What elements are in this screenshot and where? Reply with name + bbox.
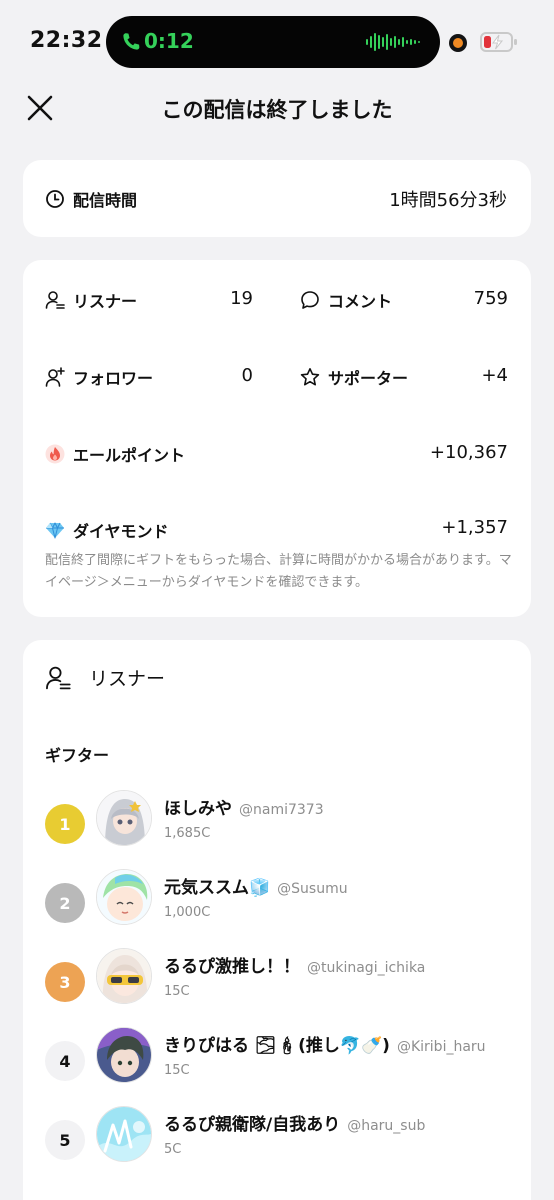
camera-indicator-icon [449, 34, 467, 52]
gifter-name-line: きりぴはる 🌫🕯(推し🐬🍼) @Kiribi_haru [164, 1031, 486, 1056]
listeners-stat: リスナー [45, 288, 137, 312]
phone-icon [123, 33, 140, 50]
gifter-row[interactable]: 4 きりぴはる 🌫🕯(推し🐬🍼) @Kiribi_haru 15C [23, 1027, 531, 1097]
battery-charging-icon [480, 32, 517, 52]
gifter-name-line: るるぴ激推し！！ @tukinagi_ichika [164, 952, 425, 977]
listener-section-heading: リスナー [45, 664, 165, 691]
listeners-label: リスナー [73, 292, 138, 311]
gifter-handle: @Kiribi_haru [396, 1039, 486, 1055]
diamonds-value: +1,357 [441, 517, 508, 538]
duration-card: 配信時間 1時間56分3秒 [23, 160, 531, 237]
rank-badge: 4 [45, 1041, 85, 1081]
supporters-stat: サポーター [300, 365, 408, 389]
diamonds-stat: ダイヤモンド [45, 518, 169, 542]
status-time: 22:32 [30, 28, 103, 53]
gifter-coins: 1,685C [164, 826, 211, 841]
gifter-coins: 15C [164, 984, 190, 999]
duration-label-row: 配信時間 [45, 187, 137, 211]
gifter-handle: @haru_sub [347, 1118, 426, 1134]
app-header: この配信は終了しました [0, 80, 554, 136]
yell-points-label: エールポイント [73, 446, 186, 465]
followers-stat: フォロワー [45, 365, 153, 389]
duration-label: 配信時間 [73, 191, 138, 210]
star-icon [300, 368, 320, 386]
followers-label: フォロワー [73, 369, 154, 388]
rank-badge: 1 [45, 804, 85, 844]
gifter-row[interactable]: 2 元気ススム🧊 @Susumu 1,000C [23, 869, 531, 939]
avatar[interactable] [96, 1027, 152, 1083]
duration-value: 1時間56分3秒 [389, 190, 507, 211]
stats-card: リスナー 19 コメント 759 フォロワー 0 サポーター +4 エールポイン [23, 260, 531, 617]
gifter-row[interactable]: 3 るるぴ激推し！！ @tukinagi_ichika 15C [23, 948, 531, 1018]
gifter-coins: 5C [164, 1142, 182, 1157]
avatar[interactable] [96, 1106, 152, 1162]
gifter-heading: ギフター [45, 746, 110, 765]
gifter-row[interactable]: 5 るるぴ親衛隊/自我あり @haru_sub 5C [23, 1106, 531, 1176]
avatar[interactable] [96, 948, 152, 1004]
user-list-icon [45, 291, 65, 309]
comments-label: コメント [328, 292, 393, 311]
rank-badge: 5 [45, 1120, 85, 1160]
comments-value: 759 [473, 288, 508, 309]
supporters-value: +4 [481, 365, 508, 386]
clock-icon [46, 190, 64, 208]
listeners-value: 19 [230, 288, 253, 309]
gifter-name: るるぴ激推し！！ [164, 957, 300, 977]
gifter-name-line: 元気ススム🧊 @Susumu [164, 873, 348, 898]
gifter-name-line: ほしみや @nami7373 [164, 794, 324, 819]
diamond-icon [46, 522, 64, 539]
page-title: この配信は終了しました [161, 98, 393, 122]
avatar[interactable] [96, 790, 152, 846]
gifter-name: 元気ススム🧊 [164, 878, 271, 898]
diamond-note: 配信終了間際にギフトをもらった場合、計算に時間がかかる場合があります。マイページ… [45, 553, 512, 590]
gifter-handle: @Susumu [277, 881, 348, 897]
gifter-handle: @nami7373 [239, 802, 324, 818]
gifter-row[interactable]: 1 ほしみや @nami7373 1,685C [23, 790, 531, 860]
gifter-name: ほしみや [164, 799, 232, 819]
speech-bubble-icon [301, 291, 319, 309]
yell-points-stat: エールポイント [45, 442, 185, 466]
gifter-coins: 15C [164, 1063, 190, 1078]
dynamic-island-call[interactable]: 0:12 [106, 16, 440, 68]
gifter-name: るるぴ親衛隊/自我あり [164, 1115, 341, 1135]
avatar[interactable] [96, 869, 152, 925]
comments-stat: コメント [300, 288, 392, 312]
followers-value: 0 [241, 365, 253, 386]
audio-wave-icon [366, 33, 420, 51]
rank-badge: 2 [45, 883, 85, 923]
listener-card: リスナー ギフター 1 ほしみや @nami7373 1,685C 2 元気スス… [23, 640, 531, 1200]
listener-section-title: リスナー [89, 668, 166, 690]
supporters-label: サポーター [328, 369, 409, 388]
flame-icon [45, 444, 65, 464]
status-bar: 22:32 0:12 [0, 0, 554, 80]
user-list-icon [46, 666, 71, 689]
yell-points-value: +10,367 [429, 442, 508, 463]
gifter-coins: 1,000C [164, 905, 211, 920]
call-duration: 0:12 [144, 29, 194, 53]
rank-badge: 3 [45, 962, 85, 1002]
diamonds-label: ダイヤモンド [73, 522, 169, 541]
user-plus-icon [45, 367, 65, 387]
gifter-name: きりぴはる 🌫🕯(推し🐬🍼) [164, 1036, 390, 1056]
gifter-name-line: るるぴ親衛隊/自我あり @haru_sub [164, 1110, 425, 1135]
gifter-handle: @tukinagi_ichika [307, 960, 426, 976]
